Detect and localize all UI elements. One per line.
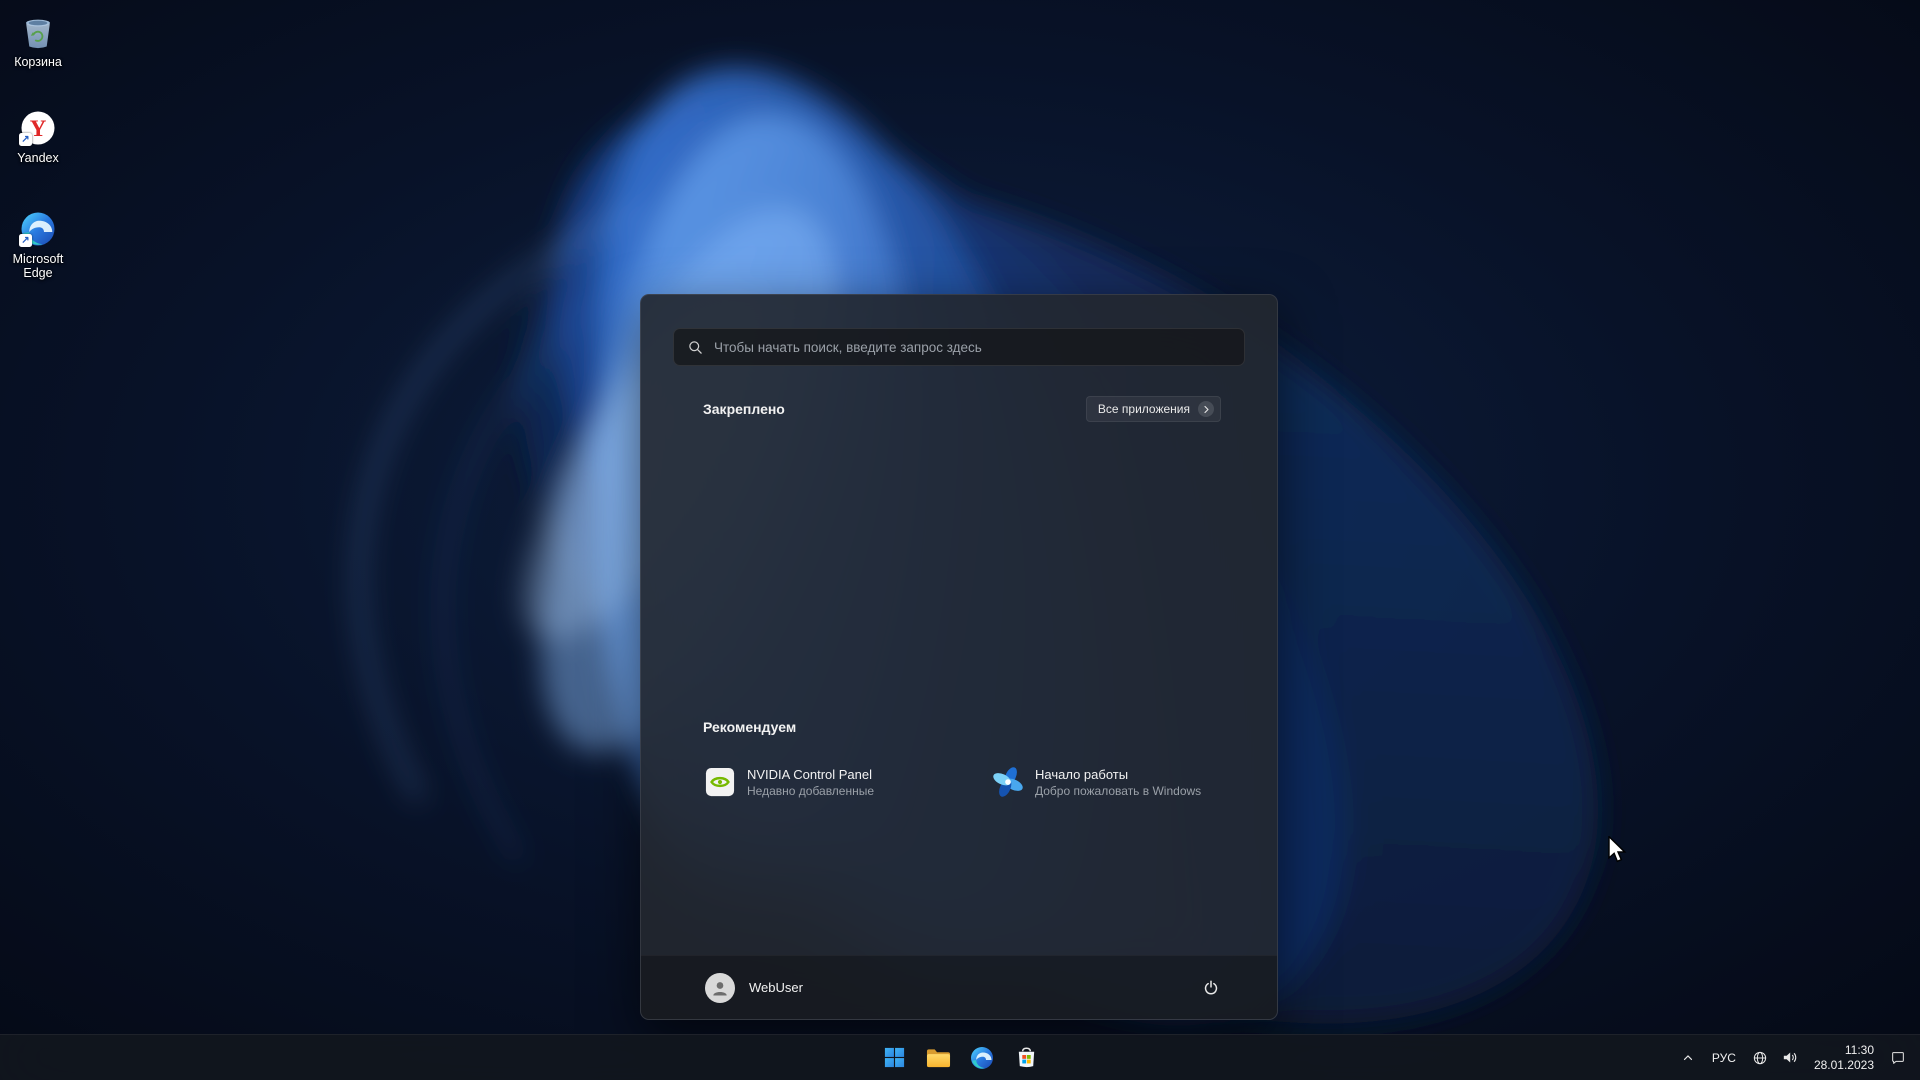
recommended-grid: NVIDIA Control Panel Недавно добавленные: [703, 753, 1277, 811]
chevron-up-icon: [1683, 1054, 1692, 1060]
yandex-icon: Y ↗: [19, 109, 57, 147]
power-icon: [1204, 980, 1218, 994]
chevron-right-icon: [1198, 401, 1214, 417]
notifications-button[interactable]: [1884, 1040, 1912, 1076]
pinned-header: Закреплено: [703, 401, 785, 417]
svg-text:Y: Y: [30, 116, 47, 141]
recommended-item-text: NVIDIA Control Panel Недавно добавленные: [747, 766, 874, 799]
edge-button[interactable]: [962, 1038, 1002, 1078]
desktop-icon-yandex[interactable]: Y ↗ Yandex: [0, 109, 76, 165]
edge-icon: ↗: [19, 210, 57, 248]
volume-button[interactable]: [1776, 1040, 1804, 1076]
desktop-icon-microsoft-edge[interactable]: ↗ Microsoft Edge: [0, 210, 76, 281]
recycle-bin-icon: [19, 13, 57, 51]
power-button[interactable]: [1191, 970, 1231, 1006]
shortcut-arrow-icon: ↗: [19, 133, 32, 146]
clock-time: 11:30: [1844, 1042, 1874, 1057]
pinned-grid-empty: [673, 435, 1245, 705]
clock[interactable]: 11:30 28.01.2023: [1806, 1043, 1882, 1073]
desktop-icon-label: Microsoft Edge: [12, 252, 64, 281]
folder-icon: [926, 1048, 950, 1067]
language-indicator[interactable]: РУС: [1704, 1040, 1744, 1076]
microsoft-store-icon: [1018, 1047, 1034, 1068]
recommended-header: Рекомендуем: [703, 719, 797, 735]
start-search-box[interactable]: Чтобы начать поиск, введите запрос здесь: [673, 328, 1245, 366]
file-explorer-button[interactable]: [918, 1038, 958, 1078]
desktop-icon-label: Корзина: [14, 55, 62, 69]
nvidia-icon: [705, 767, 735, 797]
search-icon: [688, 340, 703, 355]
speaker-icon: [1784, 1052, 1797, 1063]
recommended-item-title: Начало работы: [1035, 766, 1129, 782]
clock-date: 28.01.2023: [1813, 1057, 1874, 1072]
globe-network-icon: [1753, 1051, 1767, 1064]
all-apps-label: Все приложения: [1097, 402, 1190, 416]
network-button[interactable]: [1746, 1040, 1774, 1076]
recommended-item-title: NVIDIA Control Panel: [747, 766, 873, 782]
search-placeholder: Чтобы начать поиск, введите запрос здесь: [714, 339, 982, 355]
recommended-item-get-started[interactable]: Начало работы Добро пожаловать в Windows: [991, 753, 1277, 811]
all-apps-button[interactable]: Все приложения: [1085, 396, 1221, 422]
taskbar-tray: РУС 11:30 28.01.2023: [1674, 1035, 1912, 1080]
recommended-item-nvidia-control-panel[interactable]: NVIDIA Control Panel Недавно добавленные: [703, 753, 991, 811]
notifications-icon: [1892, 1051, 1904, 1064]
taskbar-center: [874, 1035, 1046, 1080]
start-button[interactable]: [874, 1038, 914, 1078]
start-menu-user-bar: WebUser: [641, 955, 1277, 1019]
shortcut-arrow-icon: ↗: [19, 234, 32, 247]
pinned-section-row: Закреплено Все приложения: [703, 393, 1221, 425]
hidden-icons-chevron-button[interactable]: [1674, 1040, 1702, 1076]
desktop-icon-recycle-bin[interactable]: Корзина: [0, 13, 76, 69]
get-started-pinwheel-icon: [993, 767, 1023, 797]
recommended-item-text: Начало работы Добро пожаловать в Windows: [1035, 766, 1201, 799]
desktop[interactable]: Корзина Y ↗ Yandex ↗ Microsoft Edge Чтоб…: [0, 0, 1920, 1080]
windows-logo-icon: [884, 1047, 904, 1068]
user-name: WebUser: [749, 980, 803, 995]
recommended-item-subtitle: Недавно добавленные: [747, 783, 875, 798]
taskbar: РУС 11:30 28.01.2023: [0, 1034, 1920, 1080]
recommended-item-subtitle: Добро пожаловать в Windows: [1035, 783, 1202, 798]
desktop-icon-label: Yandex: [17, 151, 59, 165]
start-menu: Чтобы начать поиск, введите запрос здесь…: [640, 294, 1278, 1020]
user-button[interactable]: WebUser: [695, 967, 813, 1009]
edge-icon: [971, 1046, 993, 1069]
avatar: [705, 972, 735, 1003]
microsoft-store-button[interactable]: [1006, 1038, 1046, 1078]
